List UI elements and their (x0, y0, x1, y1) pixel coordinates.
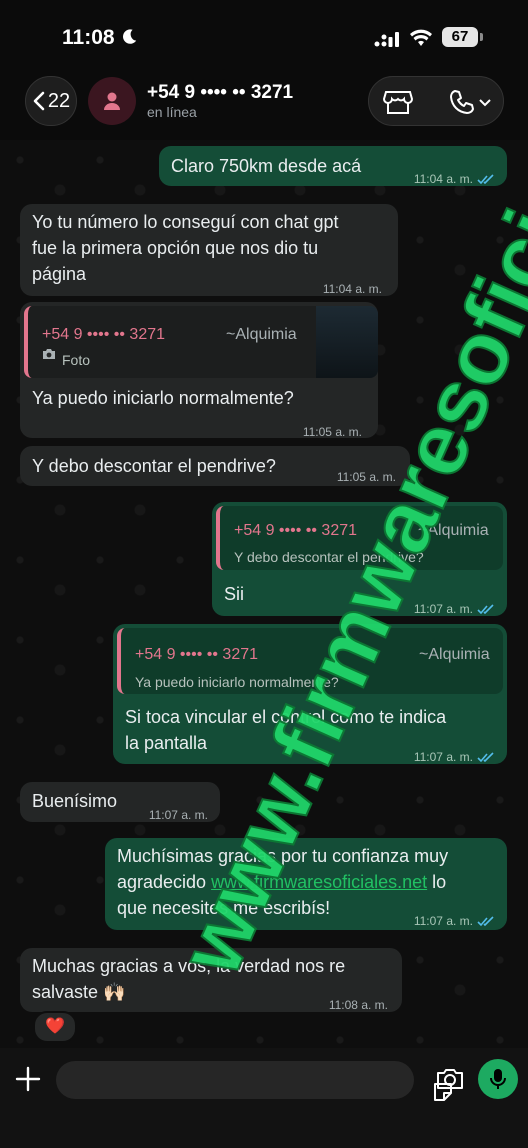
message-line: que necesites me escribís! (117, 898, 331, 918)
status-bar: 11:08 67 (0, 0, 528, 68)
double-check-icon (477, 752, 494, 763)
store-icon[interactable] (383, 89, 413, 115)
camera-icon (43, 349, 55, 359)
chat-area[interactable]: Claro 750km desde acá 11:04 a. m. Yo tu … (0, 140, 528, 1048)
message-time: 11:04 a. m. (413, 172, 473, 186)
mic-button[interactable] (478, 1059, 518, 1099)
message-meta: 11:07 a. m. (414, 744, 495, 770)
phone-icon[interactable] (449, 89, 475, 115)
quote-text: Ya puedo iniciarlo normalmente? (135, 674, 339, 690)
contact-status: en línea (147, 104, 197, 120)
mic-icon (490, 1069, 506, 1089)
message-incoming[interactable]: Buenísimo 11:07 a. m. (20, 782, 220, 822)
person-icon (104, 92, 120, 110)
header-actions (368, 76, 504, 126)
message-time: 11:08 a. m. (328, 998, 388, 1012)
message-outgoing-reply[interactable]: +54 9 •••• •• 3271 ~Alquimia Ya puedo in… (113, 624, 507, 764)
message-time: 11:05 a. m. (336, 470, 396, 484)
message-line: Muchísimas gracias por tu confianza muy (117, 846, 449, 866)
message-text-part: agradecido (117, 872, 212, 892)
message-incoming[interactable]: Yo tu número lo conseguí con chat gpt fu… (20, 204, 398, 296)
message-line: Si toca vincular el control como te indi… (125, 707, 447, 727)
chevron-down-icon[interactable] (479, 99, 491, 107)
signal-icon (374, 32, 399, 47)
moon-icon (123, 29, 137, 44)
message-line: salvaste 🙌🏻 (32, 982, 126, 1002)
wifi-icon (410, 29, 432, 46)
avatar[interactable] (88, 77, 136, 125)
message-line: página (32, 264, 87, 284)
quote-text: Y debo descontar el pendrive? (234, 549, 424, 565)
double-check-icon (477, 174, 494, 185)
quote-photo-thumbnail (316, 306, 378, 378)
quote-alias: ~Alquimia (418, 522, 489, 539)
message-time: 11:05 a. m. (302, 425, 362, 439)
message-meta: 11:04 a. m. (414, 166, 495, 192)
double-check-icon (477, 604, 494, 615)
quoted-message[interactable]: +54 9 •••• •• 3271 ~Alquimia Foto (24, 306, 378, 378)
contact-name[interactable]: +54 9 •••• •• 3271 (147, 82, 293, 104)
message-meta: 11:07 a. m. (414, 596, 495, 622)
message-outgoing[interactable]: Muchísimas gracias por tu confianza muy … (105, 838, 507, 930)
back-button[interactable]: 22 (25, 76, 77, 126)
message-time: 11:07 a. m. (413, 750, 473, 764)
composer-bar (0, 1048, 528, 1148)
message-line: la pantalla (125, 733, 208, 753)
plus-icon[interactable] (14, 1065, 42, 1093)
quote-sender: +54 9 •••• •• 3271 (234, 522, 358, 539)
chevron-left-icon (33, 91, 45, 111)
message-link[interactable]: www.firmwaresoficiales.net (211, 872, 427, 892)
message-input[interactable] (56, 1061, 452, 1101)
quoted-message[interactable]: +54 9 •••• •• 3271 ~Alquimia Ya puedo in… (117, 628, 503, 694)
message-line: Yo tu número lo conseguí con chat gpt (32, 212, 339, 232)
quote-sender: +54 9 •••• •• 3271 (135, 646, 259, 663)
message-meta: 11:07 a. m. (414, 908, 495, 934)
message-incoming[interactable]: Y debo descontar el pendrive? 11:05 a. m… (20, 446, 410, 486)
chat-header: 22 +54 9 •••• •• 3271 en línea (0, 68, 528, 140)
message-outgoing[interactable]: Claro 750km desde acá 11:04 a. m. (159, 146, 507, 186)
message-text: Buenísimo (32, 791, 118, 811)
message-text: Ya puedo iniciarlo normalmente? (32, 388, 294, 408)
message-text: Y debo descontar el pendrive? (32, 456, 276, 476)
quote-text: Foto (62, 352, 91, 368)
message-outgoing-reply[interactable]: +54 9 •••• •• 3271 ~Alquimia Y debo desc… (212, 502, 507, 616)
battery-indicator: 67 (442, 27, 483, 47)
message-line: Muchas gracias a vos, la verdad nos re (32, 956, 346, 976)
camera-icon[interactable] (436, 1067, 464, 1091)
message-time: 11:07 a. m. (413, 602, 473, 616)
message-incoming[interactable]: Muchas gracias a vos, la verdad nos re s… (20, 948, 402, 1012)
message-line: agradecido www.firmwaresoficiales.net lo (117, 869, 446, 895)
quote-sender: +54 9 •••• •• 3271 (42, 326, 166, 343)
message-time: 11:07 a. m. (413, 914, 473, 928)
quote-alias: ~Alquimia (226, 326, 297, 343)
message-incoming-reply[interactable]: +54 9 •••• •• 3271 ~Alquimia Foto Ya pue… (20, 302, 378, 439)
message-time: 11:04 a. m. (322, 282, 382, 296)
message-text: Sii (224, 584, 245, 604)
quote-alias: ~Alquimia (419, 646, 490, 663)
double-check-icon (477, 916, 494, 927)
message-text: Claro 750km desde acá (171, 156, 362, 176)
heart-reaction[interactable]: ❤️ (33, 1011, 77, 1043)
message-time: 11:07 a. m. (148, 808, 208, 822)
quoted-message[interactable]: +54 9 •••• •• 3271 ~Alquimia Y debo desc… (216, 506, 503, 570)
status-time: 11:08 (62, 26, 115, 49)
message-text-part: lo (427, 872, 447, 892)
unread-count: 22 (47, 89, 71, 112)
message-line: fue la primera opción que nos dio tu (32, 238, 319, 258)
